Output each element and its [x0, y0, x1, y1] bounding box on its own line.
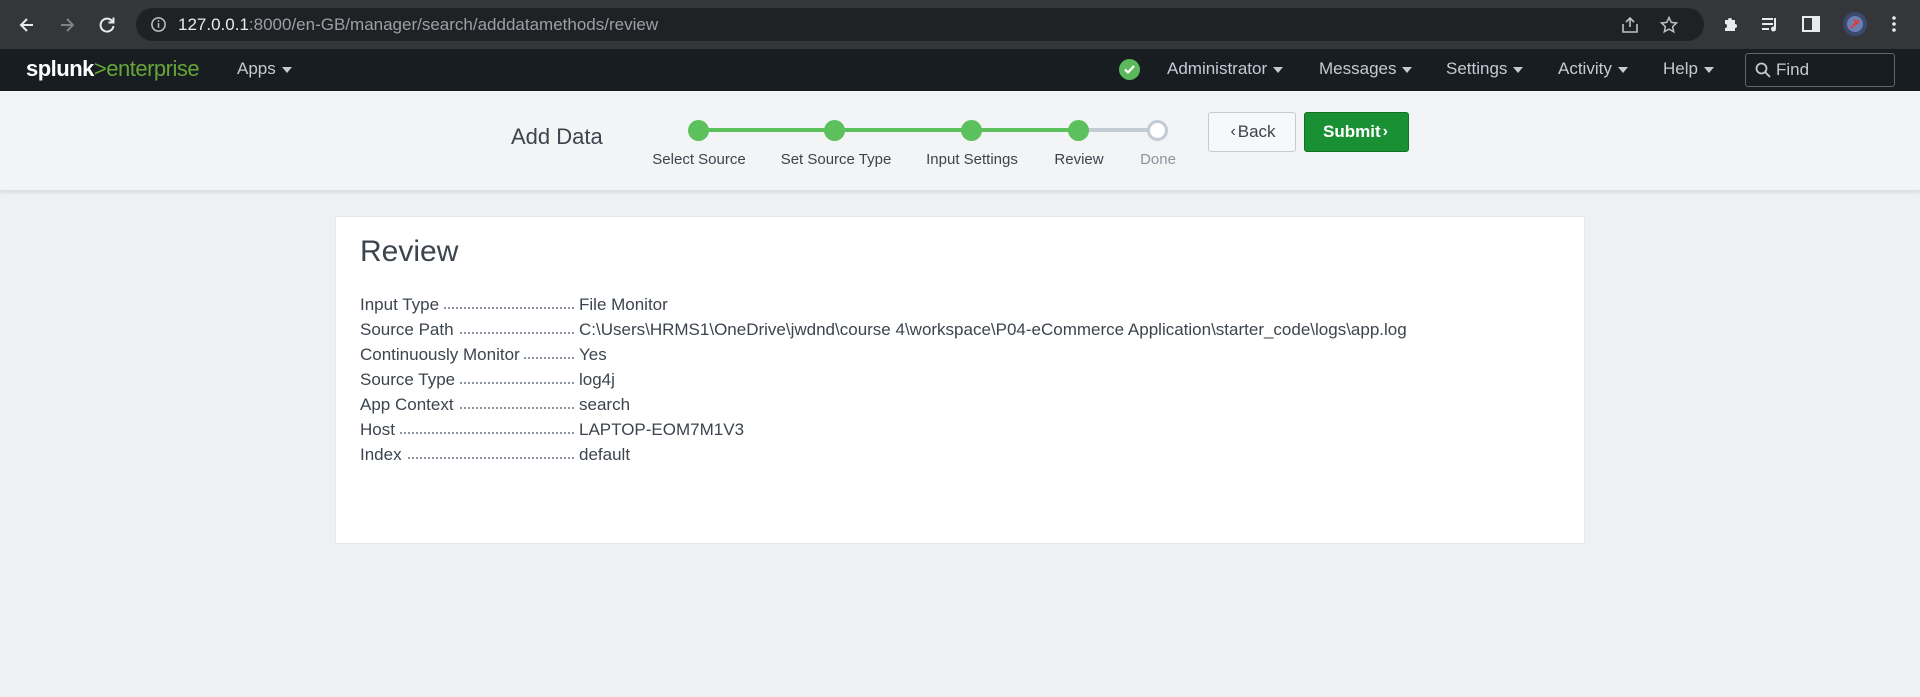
- step-connector: [698, 128, 834, 132]
- review-key: Host: [360, 420, 399, 439]
- apps-menu-label: Apps: [237, 59, 276, 78]
- submit-button[interactable]: Submit ›: [1304, 112, 1409, 152]
- submit-button-label: Submit: [1323, 122, 1381, 141]
- address-bar[interactable]: 127.0.0.1:8000/en-GB/manager/search/addd…: [136, 8, 1704, 41]
- review-value: log4j: [579, 370, 615, 389]
- review-value: Yes: [579, 345, 607, 364]
- logo-gt: >: [93, 56, 107, 81]
- health-status-check-icon[interactable]: [1119, 59, 1140, 80]
- side-panel-icon[interactable]: [1800, 13, 1822, 35]
- chevron-right-icon: ›: [1382, 123, 1388, 140]
- review-title: Review: [360, 235, 459, 268]
- browser-menu-kebab-icon[interactable]: [1883, 13, 1905, 35]
- find-input[interactable]: [1776, 59, 1886, 81]
- help-menu-label: Help: [1663, 59, 1698, 78]
- help-menu[interactable]: Help: [1663, 59, 1714, 79]
- review-key: Source Path: [360, 320, 458, 339]
- review-value: search: [579, 395, 631, 414]
- url-path: :8000/en-GB/manager/search/adddatamethod…: [248, 15, 659, 34]
- caret-down-icon: [281, 67, 292, 73]
- messages-menu-label: Messages: [1319, 59, 1397, 78]
- step-label-input-settings: Input Settings: [926, 151, 1018, 168]
- review-key: Input Type: [360, 295, 444, 314]
- chevron-left-icon: ‹: [1230, 123, 1236, 140]
- step-dot-done: [1147, 120, 1168, 141]
- step-dot-set-source-type: [824, 120, 845, 141]
- back-button[interactable]: ‹ Back: [1208, 112, 1296, 152]
- caret-down-icon: [1617, 67, 1628, 73]
- browser-toolbar: 127.0.0.1:8000/en-GB/manager/search/addd…: [0, 0, 1920, 49]
- step-dot-review: [1068, 120, 1089, 141]
- url-host: 127.0.0.1: [178, 15, 249, 34]
- review-panel: Review Input Type File Monitor Source Pa…: [335, 216, 1585, 544]
- find-search-box[interactable]: [1745, 53, 1895, 87]
- caret-down-icon: [1513, 67, 1524, 73]
- logo-brand: splunk: [26, 56, 94, 81]
- caret-down-icon: [1402, 67, 1413, 73]
- splunk-app-bar: splunk>enterprise Apps Administrator Mes…: [0, 49, 1920, 91]
- step-dot-input-settings: [961, 120, 982, 141]
- administrator-menu[interactable]: Administrator: [1167, 59, 1284, 79]
- back-button-label: Back: [1237, 122, 1276, 141]
- caret-down-icon: [1703, 67, 1714, 73]
- review-value: LAPTOP-EOM7M1V3: [579, 420, 745, 439]
- step-label-select-source: Select Source: [652, 151, 746, 168]
- step-label-review: Review: [1054, 151, 1104, 168]
- review-value: File Monitor: [579, 295, 668, 314]
- settings-menu-label: Settings: [1446, 59, 1508, 78]
- step-label-set-source-type: Set Source Type: [780, 151, 892, 168]
- review-key: Continuously Monitor: [360, 345, 524, 364]
- bookmark-star-icon[interactable]: [1660, 16, 1678, 34]
- site-info-icon[interactable]: [150, 16, 167, 33]
- activity-menu-label: Activity: [1558, 59, 1612, 78]
- step-connector: [1078, 128, 1157, 132]
- url-text[interactable]: 127.0.0.1:8000/en-GB/manager/search/addd…: [178, 15, 658, 35]
- search-icon: [1755, 62, 1771, 78]
- reload-icon[interactable]: [94, 12, 120, 38]
- messages-menu[interactable]: Messages: [1319, 59, 1413, 79]
- activity-menu[interactable]: Activity: [1558, 59, 1628, 79]
- review-key: App Context: [360, 395, 458, 414]
- review-value: C:\Users\HRMS1\OneDrive\jwdnd\course 4\w…: [579, 320, 1407, 339]
- add-data-wizard-bar: Add Data Select Source Set Source Type I…: [0, 91, 1920, 191]
- apps-menu[interactable]: Apps: [237, 59, 292, 79]
- splunk-logo[interactable]: splunk>enterprise: [26, 56, 200, 82]
- review-key: Index: [360, 445, 406, 464]
- extensions-puzzle-icon[interactable]: [1720, 13, 1742, 35]
- step-dot-select-source: [688, 120, 709, 141]
- back-arrow-icon[interactable]: [14, 12, 40, 38]
- settings-menu[interactable]: Settings: [1446, 59, 1524, 79]
- administrator-menu-label: Administrator: [1167, 59, 1268, 78]
- media-playlist-icon[interactable]: [1759, 13, 1781, 35]
- step-label-done: Done: [1140, 151, 1176, 168]
- profile-avatar-icon[interactable]: [1842, 11, 1868, 37]
- forward-arrow-icon[interactable]: [54, 12, 80, 38]
- share-icon[interactable]: [1621, 16, 1639, 34]
- caret-down-icon: [1273, 67, 1284, 73]
- wizard-title: Add Data: [511, 124, 603, 149]
- review-value: default: [579, 445, 631, 464]
- logo-product: enterprise: [106, 56, 200, 81]
- review-key: Source Type: [360, 370, 460, 389]
- step-connector: [834, 128, 971, 132]
- step-connector: [971, 128, 1078, 132]
